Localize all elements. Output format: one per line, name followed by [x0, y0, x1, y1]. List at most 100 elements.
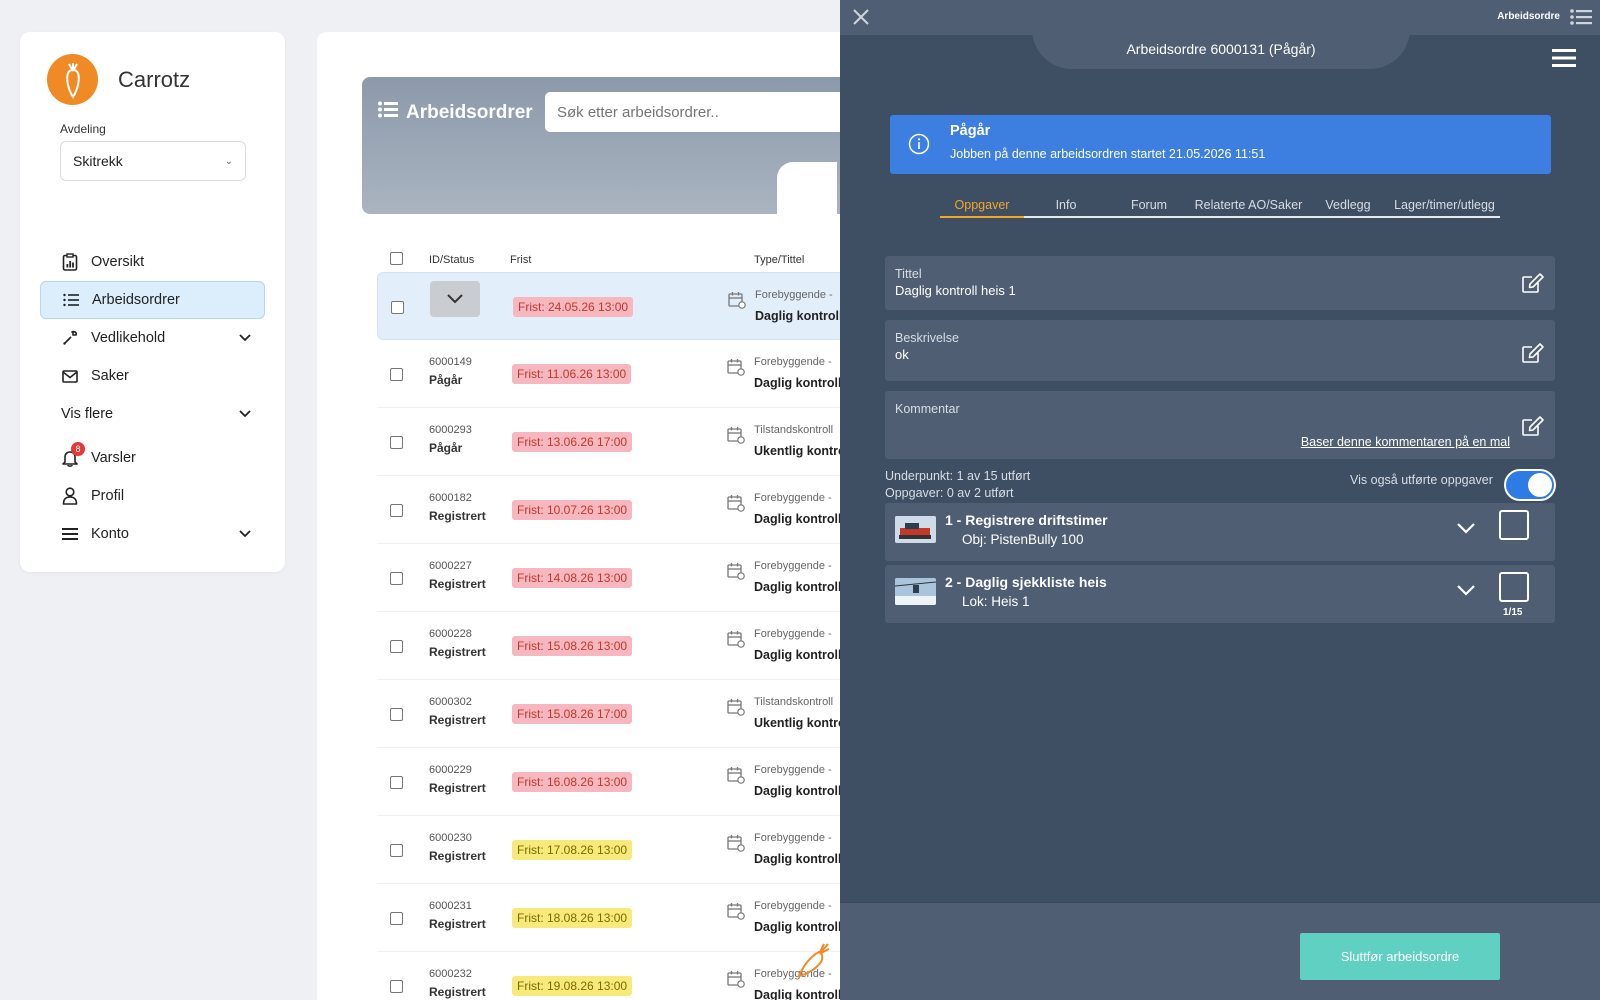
chevron-down-icon[interactable] [1457, 583, 1475, 601]
work-order-rows: Frist: 24.05.26 13:00 Forebyggende - Dag… [377, 272, 877, 1000]
table-row[interactable]: 6000302 Registrert Frist: 15.08.26 17:00… [377, 680, 877, 748]
tab-relaterte[interactable]: Relaterte AO/Saker [1190, 196, 1307, 216]
table-row[interactable]: Frist: 24.05.26 13:00 Forebyggende - Dag… [377, 272, 877, 340]
sidebar-item-oversikt[interactable]: Oversikt [40, 243, 265, 281]
table-row[interactable]: 6000182 Registrert Frist: 10.07.26 13:00… [377, 476, 877, 544]
table-row[interactable]: 6000228 Registrert Frist: 15.08.26 13:00… [377, 612, 877, 680]
detail-tabs: Oppgaver Info Forum Relaterte AO/Saker V… [940, 196, 1500, 218]
sidebar-item-saker[interactable]: Saker [40, 357, 265, 395]
title-label: Tittel [895, 267, 922, 281]
work-order-id: 6000149 [429, 356, 472, 368]
work-order-id: 6000232 [429, 968, 472, 980]
work-order-id: 6000182 [429, 492, 472, 504]
task-item[interactable]: 2 - Daglig sjekkliste heis Lok: Heis 1 1… [885, 565, 1555, 623]
comment-field: Kommentar Baser denne kommentaren på en … [885, 391, 1555, 459]
edit-icon[interactable] [1521, 415, 1545, 442]
status-alert: Pågår Jobben på denne arbeidsordren star… [890, 115, 1551, 174]
finish-work-order-button[interactable]: Sluttfør arbeidsordre [1300, 933, 1500, 980]
search-input[interactable] [545, 92, 865, 132]
tab-forum[interactable]: Forum [1108, 196, 1190, 216]
table-row[interactable]: 6000230 Registrert Frist: 17.08.26 13:00… [377, 816, 877, 884]
panel-footer: Sluttfør arbeidsordre [840, 903, 1600, 1000]
work-order-title: Daglig kontroll [754, 376, 842, 390]
list-view-icon[interactable] [1570, 8, 1592, 31]
department-select[interactable]: Skitrekk ⌄ [60, 141, 246, 181]
work-order-type: Forebyggende - [754, 492, 832, 504]
sidebar-item-arbeidsordrer[interactable]: Arbeidsordrer [40, 281, 265, 319]
description-field: Beskrivelse ok [885, 320, 1555, 381]
tab-lager[interactable]: Lager/timer/utlegg [1389, 196, 1500, 216]
edit-icon[interactable] [1521, 272, 1545, 299]
row-checkbox[interactable] [391, 301, 404, 314]
sidebar-item-varsler[interactable]: 8 Varsler [40, 439, 265, 477]
row-checkbox[interactable] [390, 776, 403, 789]
work-order-title: Ukentlig kontroll [754, 444, 853, 458]
wrench-icon [61, 329, 79, 347]
table-row[interactable]: 6000149 Pågår Frist: 11.06.26 13:00 Fore… [377, 340, 877, 408]
row-checkbox[interactable] [390, 640, 403, 653]
comment-template-link[interactable]: Baser denne kommentaren på en mal [1301, 435, 1510, 449]
row-checkbox[interactable] [390, 436, 403, 449]
sidebar-item-label: Saker [91, 368, 129, 384]
recurring-calendar-icon [727, 494, 745, 517]
table-row[interactable]: 6000227 Registrert Frist: 14.08.26 13:00… [377, 544, 877, 612]
close-icon[interactable] [850, 6, 872, 28]
table-row[interactable]: 6000293 Pågår Frist: 13.06.26 17:00 Tils… [377, 408, 877, 476]
title-value: Daglig kontroll heis 1 [895, 283, 1016, 298]
tab-oppgaver[interactable]: Oppgaver [940, 196, 1024, 218]
chevron-down-icon [239, 330, 251, 346]
row-checkbox[interactable] [390, 504, 403, 517]
work-order-type: Forebyggende - [754, 832, 832, 844]
show-completed-label: Vis også utførte oppgaver [1350, 473, 1493, 487]
tab-info[interactable]: Info [1024, 196, 1108, 216]
recurring-calendar-icon [727, 630, 745, 653]
row-checkbox[interactable] [390, 572, 403, 585]
recurring-calendar-icon [727, 970, 745, 993]
list-icon [62, 291, 80, 309]
work-order-id: 6000229 [429, 764, 472, 776]
tab-vedlegg[interactable]: Vedlegg [1307, 196, 1389, 216]
chevron-down-icon [239, 526, 251, 542]
column-header-due[interactable]: Frist [510, 254, 531, 266]
due-date-badge: Frist: 10.07.26 13:00 [512, 500, 633, 520]
clipboard-icon [61, 253, 79, 271]
hamburger-menu-icon[interactable] [1552, 48, 1576, 73]
header-notch [777, 162, 837, 222]
work-order-title: Daglig kontroll [755, 309, 843, 323]
sidebar-item-label: Arbeidsordrer [92, 292, 180, 308]
expand-row-button[interactable] [430, 281, 480, 317]
edit-icon[interactable] [1521, 342, 1545, 369]
comment-label: Kommentar [895, 402, 960, 416]
work-order-status: Pågår [429, 373, 463, 387]
sidebar-item-vis-flere[interactable]: Vis flere [40, 395, 265, 433]
menu-icon [61, 525, 79, 543]
work-order-type: Forebyggende - [755, 289, 833, 301]
sidebar-item-label: Profil [91, 488, 125, 504]
task-checkbox[interactable] [1499, 572, 1529, 602]
sidebar-item-profil[interactable]: Profil [40, 477, 265, 515]
sidebar-item-vedlikehold[interactable]: Vedlikehold [40, 319, 265, 357]
recurring-calendar-icon [727, 902, 745, 925]
row-checkbox[interactable] [390, 368, 403, 381]
row-checkbox[interactable] [390, 980, 403, 993]
column-header-type-title[interactable]: Type/Tittel [754, 254, 804, 266]
task-object: Obj: PistenBully 100 [962, 532, 1084, 547]
sidebar-item-label: Vis flere [61, 406, 114, 422]
row-checkbox[interactable] [390, 708, 403, 721]
due-date-badge: Frist: 24.05.26 13:00 [513, 297, 634, 317]
task-checkbox[interactable] [1499, 510, 1529, 540]
chevron-down-icon[interactable] [1457, 521, 1475, 539]
task-item[interactable]: 1 - Registrere driftstimer Obj: PistenBu… [885, 503, 1555, 561]
sidebar-item-label: Vedlikehold [91, 330, 166, 346]
alert-text: Jobben på denne arbeidsordren startet 21… [950, 147, 1266, 161]
brand[interactable]: Carrotz [47, 54, 190, 105]
lift-thumbnail [895, 578, 936, 605]
column-header-id-status[interactable]: ID/Status [429, 254, 474, 266]
select-all-checkbox[interactable] [390, 252, 403, 265]
sidebar-item-konto[interactable]: Konto [40, 515, 265, 553]
table-row[interactable]: 6000229 Registrert Frist: 16.08.26 13:00… [377, 748, 877, 816]
work-order-type: Forebyggende - [754, 628, 832, 640]
row-checkbox[interactable] [390, 912, 403, 925]
show-completed-toggle[interactable] [1504, 469, 1556, 501]
row-checkbox[interactable] [390, 844, 403, 857]
